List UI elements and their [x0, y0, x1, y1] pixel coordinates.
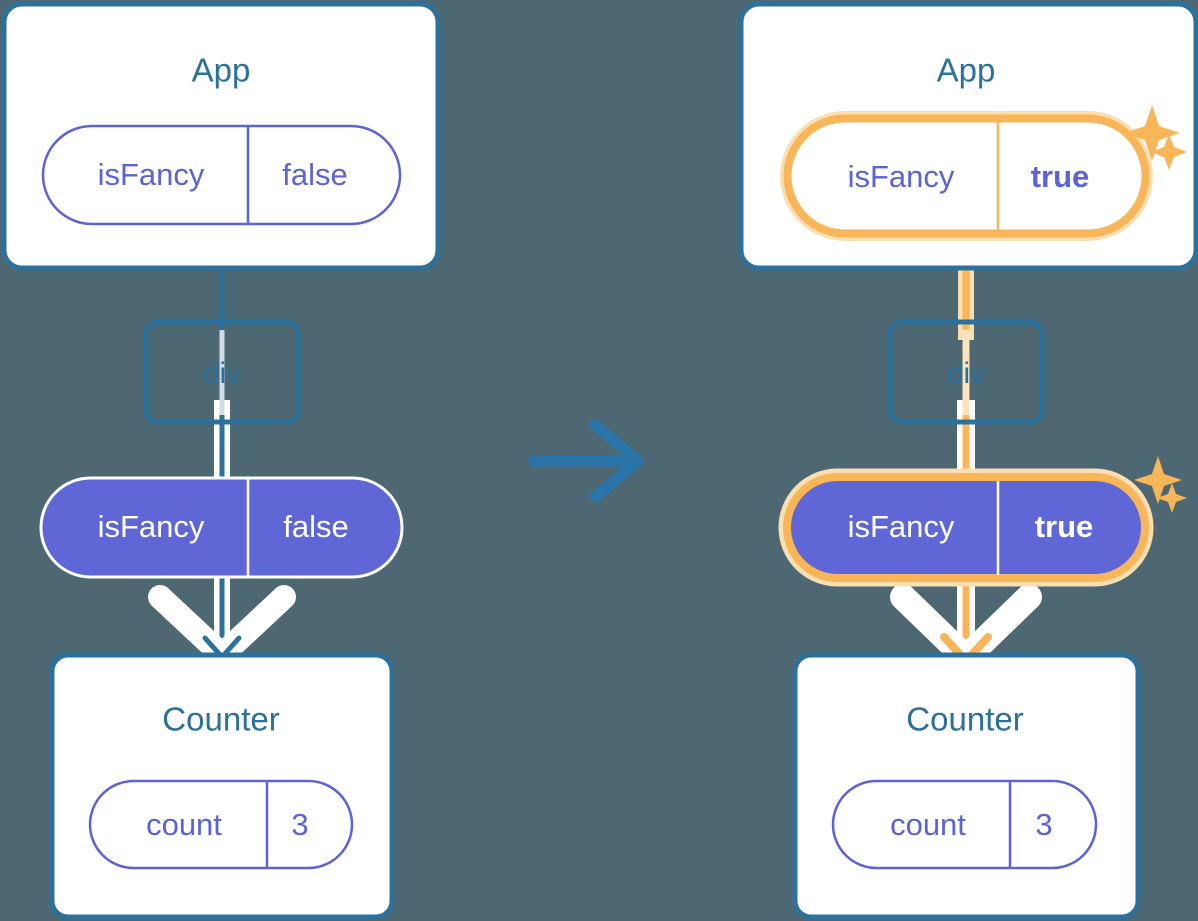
- div-box-label: div: [203, 357, 241, 390]
- app-prop-pill-value: false: [282, 157, 347, 192]
- counter-state-pill-name: count: [146, 807, 222, 842]
- counter-card-title: Counter: [906, 701, 1023, 738]
- before-app-card: App isFancy false: [1, 1, 441, 271]
- counter-state-pill: count 3: [831, 779, 1098, 870]
- app-prop-pill-name: isFancy: [98, 157, 205, 192]
- prop-pill-name: isFancy: [848, 509, 955, 544]
- state-propagation-diagram: App isFancy false div isFancy false Coun…: [0, 0, 1198, 921]
- app-prop-pill: isFancy true: [780, 111, 1153, 241]
- after-app-card: App isFancy true: [738, 1, 1198, 271]
- before-prop-pill: isFancy false: [39, 476, 404, 579]
- app-prop-pill-name: isFancy: [848, 159, 955, 194]
- prop-pill-value: false: [283, 509, 348, 544]
- before-div-box: div: [143, 319, 301, 425]
- app-prop-pill: isFancy false: [41, 124, 402, 226]
- prop-pill-value: true: [1035, 509, 1094, 544]
- app-card-title: App: [192, 52, 251, 89]
- app-prop-pill-value: true: [1031, 159, 1090, 194]
- after-counter-card: Counter count 3: [792, 652, 1141, 920]
- app-prop-pill-body: [783, 114, 1150, 238]
- counter-state-pill-value: 3: [291, 807, 308, 842]
- before-counter-card: Counter count 3: [49, 652, 395, 920]
- counter-card-title: Counter: [162, 701, 279, 738]
- prop-pill-name: isFancy: [98, 509, 205, 544]
- diagram-root: App isFancy false div isFancy false Coun…: [0, 0, 1198, 921]
- counter-state-pill: count 3: [88, 779, 354, 870]
- app-card-title: App: [937, 52, 996, 89]
- counter-state-pill-value: 3: [1035, 807, 1052, 842]
- div-box-label: div: [947, 357, 985, 390]
- counter-state-pill-name: count: [890, 807, 966, 842]
